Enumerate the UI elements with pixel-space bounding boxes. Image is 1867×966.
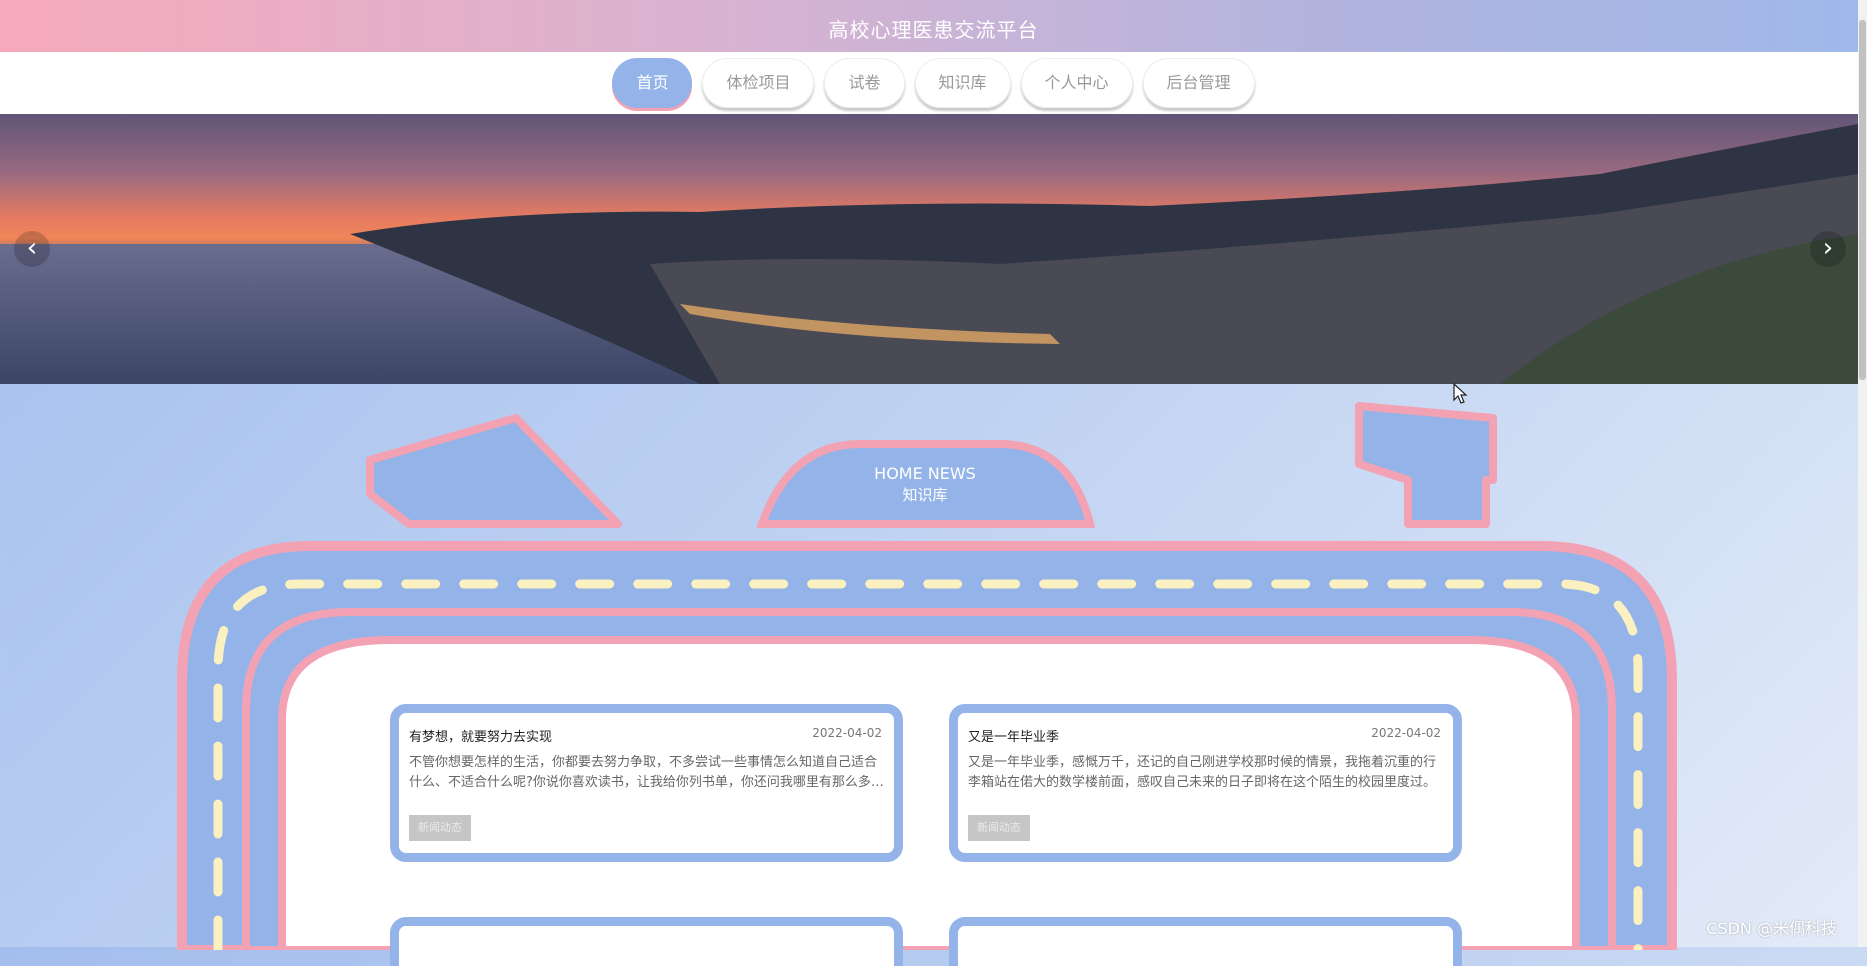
nav-item-profile[interactable]: 个人中心 (1020, 58, 1133, 108)
nav-item-knowledge[interactable]: 知识库 (914, 58, 1011, 108)
chevron-right-icon: › (1822, 233, 1834, 263)
news-date: 2022-04-02 (1371, 726, 1441, 740)
nav-list: 首页 体检项目 试卷 知识库 个人中心 后台管理 (0, 58, 1867, 108)
nav-item-exam[interactable]: 试卷 (824, 58, 905, 108)
banner-image (0, 114, 1858, 384)
page-scrollbar[interactable] (1858, 0, 1867, 947)
section-title-cn: 知识库 (902, 486, 948, 504)
news-card[interactable]: 有梦想，就要努力去实现 2022-04-02 不管你想要怎样的生活，你都要去努力… (390, 704, 903, 862)
section-header-decoration (366, 402, 1497, 528)
mouse-cursor-icon (1453, 383, 1468, 404)
next-slide-button[interactable]: › (1810, 231, 1846, 267)
news-tag[interactable]: 新闻动态 (409, 815, 471, 841)
chevron-left-icon: ‹ (26, 233, 38, 263)
watermark: CSDN @米偶科技 (1706, 919, 1837, 938)
news-summary: 又是一年毕业季，感慨万千，还记的自己刚进学校那时候的情景，我拖着沉重的行李箱站在… (968, 755, 1437, 790)
news-card[interactable]: 又是一年毕业季 2022-04-02 又是一年毕业季，感慨万千，还记的自己刚进学… (949, 704, 1462, 862)
news-tag[interactable]: 新闻动态 (968, 815, 1030, 841)
news-card-partial[interactable] (390, 917, 903, 966)
content-frame (177, 541, 1677, 950)
main-nav: 首页 体检项目 试卷 知识库 个人中心 后台管理 (0, 52, 1867, 114)
nav-item-home[interactable]: 首页 (612, 58, 693, 108)
news-card-partial[interactable] (949, 917, 1462, 966)
nav-item-admin[interactable]: 后台管理 (1142, 58, 1255, 108)
section-title: HOME NEWS 知识库 (760, 464, 1090, 506)
banner-carousel: ‹ › (0, 114, 1858, 384)
scrollbar-thumb[interactable] (1859, 20, 1866, 380)
news-title[interactable]: 又是一年毕业季 (968, 726, 1059, 745)
news-summary: 不管你想要怎样的生活，你都要去努力争取，不多尝试一些事情怎么知道自己适合什么、不… (409, 755, 884, 790)
nav-item-checkup[interactable]: 体检项目 (702, 58, 815, 108)
site-title: 高校心理医患交流平台 (828, 18, 1039, 42)
prev-slide-button[interactable]: ‹ (14, 231, 50, 267)
news-title[interactable]: 有梦想，就要努力去实现 (409, 726, 552, 745)
news-date: 2022-04-02 (812, 726, 882, 740)
section-title-en: HOME NEWS (874, 464, 976, 483)
title-bar: 高校心理医患交流平台 (0, 0, 1867, 53)
